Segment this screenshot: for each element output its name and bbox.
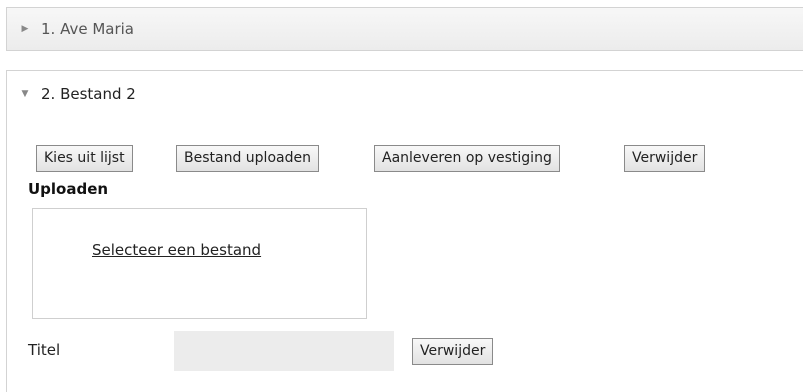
upload-file-button[interactable]: Bestand uploaden: [176, 145, 319, 172]
upload-dropzone[interactable]: Selecteer een bestand: [32, 208, 367, 319]
accordion-panel-bestand-2: Kies uit lijst Bestand uploaden Aanlever…: [6, 117, 803, 392]
upload-heading: Uploaden: [28, 180, 109, 198]
accordion-title: 1. Ave Maria: [41, 20, 134, 38]
accordion-header-ave-maria[interactable]: ▶ 1. Ave Maria: [6, 7, 803, 51]
select-file-link[interactable]: Selecteer een bestand: [92, 241, 261, 259]
caret-down-icon: ▼: [21, 89, 29, 99]
accordion-header-bestand-2[interactable]: ▼ 2. Bestand 2: [6, 70, 803, 118]
caret-right-icon: ▶: [21, 24, 29, 34]
remove-title-button[interactable]: Verwijder: [412, 338, 494, 365]
page: ▶ 1. Ave Maria ▼ 2. Bestand 2 Kies uit l…: [0, 0, 803, 392]
title-label: Titel: [28, 341, 61, 359]
accordion-title: 2. Bestand 2: [41, 85, 136, 103]
title-input[interactable]: [174, 331, 394, 371]
choose-from-list-button[interactable]: Kies uit lijst: [36, 145, 133, 172]
deliver-at-branch-button[interactable]: Aanleveren op vestiging: [374, 145, 560, 172]
remove-button[interactable]: Verwijder: [624, 145, 706, 172]
